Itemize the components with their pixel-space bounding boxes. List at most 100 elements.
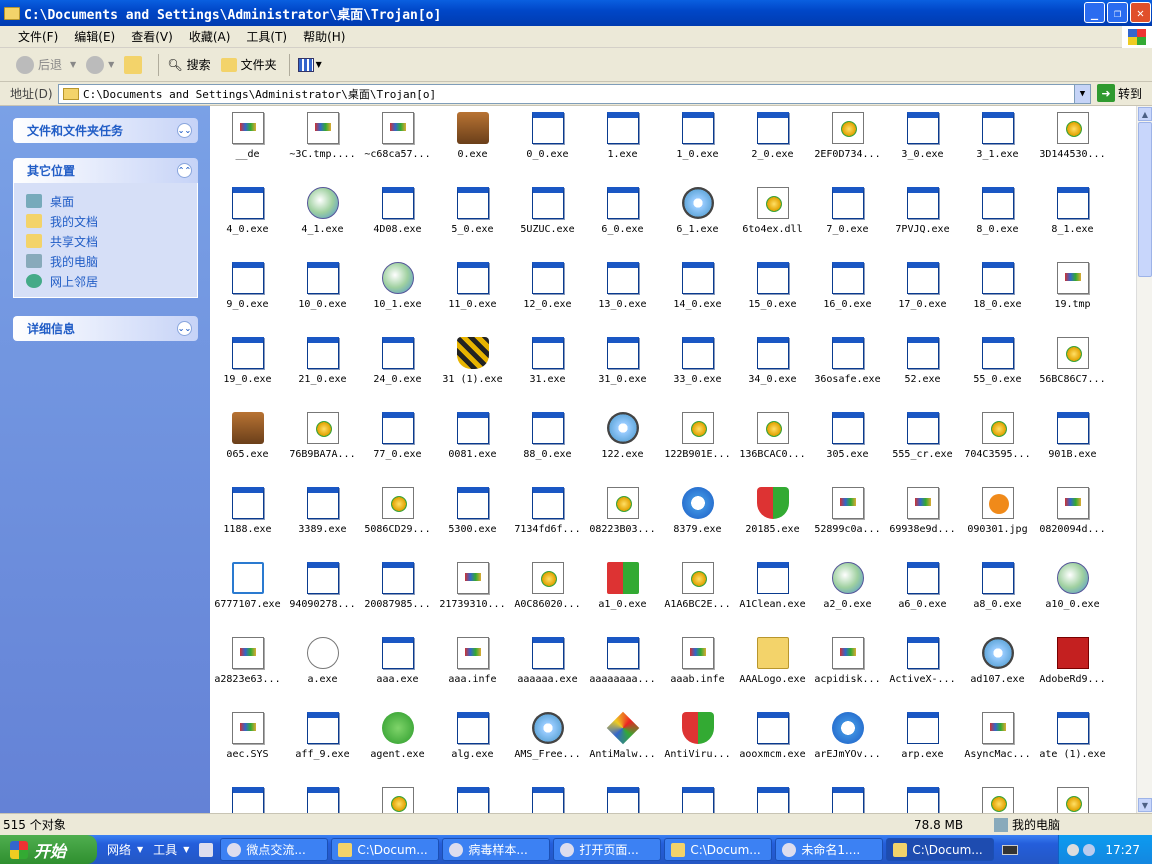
file-item[interactable]: 2EF0D734... <box>810 106 885 181</box>
file-item[interactable]: 0_0.exe <box>510 106 585 181</box>
file-item[interactable]: 16_0.exe <box>810 256 885 331</box>
file-item[interactable]: 14_0.exe <box>660 256 735 331</box>
file-item[interactable]: AAALogo.exe <box>735 631 810 706</box>
file-item[interactable]: AdobeRd9... <box>1035 631 1110 706</box>
file-item[interactable]: 5UZUC.exe <box>510 181 585 256</box>
file-item[interactable]: 31 (1).exe <box>435 331 510 406</box>
file-item[interactable]: 5300.exe <box>435 481 510 556</box>
minimize-button[interactable]: _ <box>1084 2 1105 23</box>
file-item[interactable]: arEJmYOv... <box>810 706 885 781</box>
scroll-up-icon[interactable]: ▲ <box>1138 107 1152 121</box>
place-link-my-computer[interactable]: 我的电脑 <box>26 251 197 271</box>
file-item[interactable]: aaa.exe <box>360 631 435 706</box>
scroll-thumb[interactable] <box>1138 122 1152 277</box>
file-item[interactable]: aaab.infe <box>660 631 735 706</box>
file-tasks-header[interactable]: 文件和文件夹任务 ⌄⌄ <box>13 118 198 143</box>
menu-view[interactable]: 查看(V) <box>131 28 173 45</box>
file-item[interactable]: 5_0.exe <box>435 181 510 256</box>
file-item[interactable] <box>285 781 360 813</box>
place-link-network[interactable]: 网上邻居 <box>26 271 197 291</box>
file-item[interactable] <box>585 781 660 813</box>
file-item[interactable]: AsyncMac... <box>960 706 1035 781</box>
file-item[interactable] <box>435 781 510 813</box>
task-button[interactable]: 微点交流... <box>220 838 329 861</box>
file-item[interactable] <box>960 781 1035 813</box>
file-item[interactable] <box>1035 781 1110 813</box>
file-item[interactable]: 2_0.exe <box>735 106 810 181</box>
file-item[interactable]: 0081.exe <box>435 406 510 481</box>
file-item[interactable]: aec.SYS <box>210 706 285 781</box>
file-item[interactable]: 18_0.exe <box>960 256 1035 331</box>
file-item[interactable]: aaa.infe <box>435 631 510 706</box>
close-button[interactable]: ✕ <box>1130 2 1151 23</box>
file-item[interactable]: 3389.exe <box>285 481 360 556</box>
file-item[interactable]: 305.exe <box>810 406 885 481</box>
views-button[interactable]: ▼ <box>297 57 322 72</box>
address-dropdown-icon[interactable]: ▼ <box>1074 85 1090 103</box>
go-button[interactable]: ➜ 转到 <box>1097 84 1142 102</box>
menu-tools[interactable]: 工具(T) <box>246 28 287 45</box>
file-item[interactable]: aff_9.exe <box>285 706 360 781</box>
file-item[interactable]: 7134fd6f... <box>510 481 585 556</box>
file-item[interactable] <box>810 781 885 813</box>
file-item[interactable]: ~c68ca57... <box>360 106 435 181</box>
file-item[interactable]: __de <box>210 106 285 181</box>
file-item[interactable]: 090301.jpg <box>960 481 1035 556</box>
vertical-scrollbar[interactable]: ▲ ▼ <box>1136 106 1152 813</box>
file-item[interactable]: 34_0.exe <box>735 331 810 406</box>
folders-button[interactable]: 文件夹 <box>220 56 277 73</box>
file-item[interactable]: 3_0.exe <box>885 106 960 181</box>
file-item[interactable] <box>660 781 735 813</box>
file-item[interactable]: 55_0.exe <box>960 331 1035 406</box>
file-item[interactable]: 36osafe.exe <box>810 331 885 406</box>
file-item[interactable]: 69938e9d... <box>885 481 960 556</box>
file-item[interactable]: a10_0.exe <box>1035 556 1110 631</box>
task-button[interactable]: C:\Docum... <box>664 838 773 861</box>
file-item[interactable]: 19_0.exe <box>210 331 285 406</box>
file-item[interactable]: 8_0.exe <box>960 181 1035 256</box>
expand-chevron-icon[interactable]: ⌄⌄ <box>177 123 192 138</box>
file-item[interactable]: ad107.exe <box>960 631 1035 706</box>
file-item[interactable]: 065.exe <box>210 406 285 481</box>
file-item[interactable]: 4_0.exe <box>210 181 285 256</box>
file-item[interactable]: 7PVJQ.exe <box>885 181 960 256</box>
file-item[interactable]: 901B.exe <box>1035 406 1110 481</box>
file-item[interactable]: 1188.exe <box>210 481 285 556</box>
file-item[interactable]: 10_1.exe <box>360 256 435 331</box>
file-item[interactable]: AntiViru... <box>660 706 735 781</box>
file-item[interactable] <box>885 781 960 813</box>
file-item[interactable]: agent.exe <box>360 706 435 781</box>
file-item[interactable]: 33_0.exe <box>660 331 735 406</box>
file-item[interactable]: 24_0.exe <box>360 331 435 406</box>
file-item[interactable]: 704C3595... <box>960 406 1035 481</box>
place-link-desktop[interactable]: 桌面 <box>26 191 197 211</box>
file-item[interactable]: ActiveX-... <box>885 631 960 706</box>
file-item[interactable]: 7_0.exe <box>810 181 885 256</box>
menu-edit[interactable]: 编辑(E) <box>74 28 115 45</box>
file-item[interactable]: 88_0.exe <box>510 406 585 481</box>
file-item[interactable] <box>510 781 585 813</box>
file-item[interactable]: 6to4ex.dll <box>735 181 810 256</box>
file-item[interactable]: a.exe <box>285 631 360 706</box>
task-button[interactable]: 病毒样本... <box>442 838 551 861</box>
up-folder-button[interactable] <box>124 55 146 74</box>
file-item[interactable]: 15_0.exe <box>735 256 810 331</box>
task-button[interactable]: 打开页面... <box>553 838 662 861</box>
search-button[interactable]: 🔍︎ 搜索 <box>167 56 210 73</box>
file-item[interactable]: acpidisk... <box>810 631 885 706</box>
file-item[interactable] <box>735 781 810 813</box>
place-link-shared-documents[interactable]: 共享文档 <box>26 231 197 251</box>
file-item[interactable]: 8_1.exe <box>1035 181 1110 256</box>
menu-help[interactable]: 帮助(H) <box>303 28 345 45</box>
toolbar-tools[interactable]: 工具 ▼ <box>153 841 189 858</box>
file-item[interactable]: aooxmcm.exe <box>735 706 810 781</box>
keyboard-icon[interactable] <box>1002 844 1019 855</box>
file-item[interactable]: 13_0.exe <box>585 256 660 331</box>
menu-favorites[interactable]: 收藏(A) <box>189 28 231 45</box>
file-item[interactable]: 08223B03... <box>585 481 660 556</box>
file-item[interactable]: A1Clean.exe <box>735 556 810 631</box>
file-item[interactable]: 56BC86C7... <box>1035 331 1110 406</box>
file-item[interactable]: 11_0.exe <box>435 256 510 331</box>
other-places-header[interactable]: 其它位置 ⌃⌃ <box>13 158 198 183</box>
file-item[interactable]: 6777107.exe <box>210 556 285 631</box>
